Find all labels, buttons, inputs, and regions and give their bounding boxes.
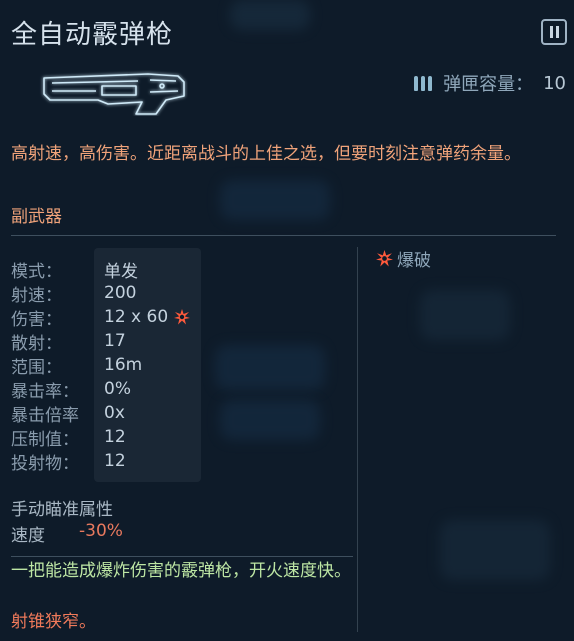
stat-value: 12 — [104, 451, 126, 471]
stat-label: 暴击倍率 — [11, 406, 79, 426]
stat-row-damage: 伤害： 12 x 60 — [11, 305, 191, 330]
speed-label: 速度 — [11, 526, 45, 546]
stat-value: 200 — [104, 283, 137, 303]
stat-value: 16m — [104, 355, 143, 375]
manual-aim-speed: 速度 -30% — [11, 521, 123, 546]
weapon-description: 高射速，高伤害。近距离战斗的上佳之选，但要时刻注意弹药余量。 — [11, 144, 521, 164]
stat-label: 范围： — [11, 358, 62, 378]
stat-value: 0% — [104, 379, 131, 399]
stat-row-spread: 散射： 17 — [11, 329, 126, 354]
shotgun-icon — [43, 73, 185, 115]
magazine-label: 弹匣容量： — [443, 74, 534, 95]
stat-label: 暴击率： — [11, 382, 79, 402]
stat-value: 17 — [104, 331, 126, 351]
stat-label: 模式： — [11, 262, 62, 282]
column-divider — [357, 247, 358, 632]
stat-row-suppression: 压制值： 12 — [11, 425, 126, 450]
speed-value: -30% — [79, 521, 123, 541]
trait-label: 爆破 — [397, 251, 431, 271]
stat-label: 散射： — [11, 334, 62, 354]
stat-value: 单发 — [104, 261, 138, 282]
stat-value: 0x — [104, 403, 125, 423]
weapon-category: 副武器 — [11, 207, 62, 227]
explosive-icon — [376, 250, 393, 267]
manual-aim-title: 手动瞄准属性 — [11, 500, 113, 520]
pause-button[interactable] — [541, 19, 567, 45]
explosive-damage-icon — [174, 309, 191, 325]
ammo-icon — [414, 75, 435, 91]
background-shape — [420, 290, 510, 340]
perk-positive: 一把能造成爆炸伤害的霰弹枪，开火速度快。 — [11, 561, 351, 581]
stat-row-crit-multiplier: 暴击倍率 0x — [11, 401, 125, 426]
perk-negative: 射锥狭窄。 — [11, 612, 96, 632]
stat-row-projectiles: 投射物： 12 — [11, 449, 126, 474]
stat-label: 压制值： — [11, 430, 79, 450]
magazine-capacity: 弹匣容量： 10 — [414, 70, 566, 96]
trait-explosive: 爆破 — [376, 246, 431, 271]
background-shape — [440, 520, 550, 580]
background-shape — [215, 345, 325, 390]
stat-row-mode: 模式： 单发 — [11, 257, 138, 283]
weapon-title: 全自动霰弹枪 — [11, 20, 174, 50]
divider — [11, 235, 556, 236]
pause-icon-bar — [555, 26, 559, 38]
stat-value: 12 — [104, 427, 126, 447]
stat-row-fire-rate: 射速： 200 — [11, 281, 137, 306]
background-shape — [220, 180, 330, 220]
divider — [11, 556, 353, 557]
stat-label: 投射物： — [11, 454, 79, 474]
damage-value: 12 x 60 — [104, 307, 169, 327]
magazine-value: 10 — [543, 72, 566, 94]
background-shape — [220, 400, 320, 440]
stat-label: 射速： — [11, 286, 62, 306]
background-shape — [230, 0, 310, 30]
stat-row-crit-chance: 暴击率： 0% — [11, 377, 131, 402]
pause-icon — [549, 26, 553, 38]
weapon-info-panel: 全自动霰弹枪 弹匣容量： 10 高射速，高伤害。近距离战斗的上佳之选，但要时刻注… — [0, 0, 574, 641]
stat-row-range: 范围： 16m — [11, 353, 143, 378]
stat-label: 伤害： — [11, 310, 62, 330]
stat-value: 12 x 60 — [104, 305, 191, 329]
